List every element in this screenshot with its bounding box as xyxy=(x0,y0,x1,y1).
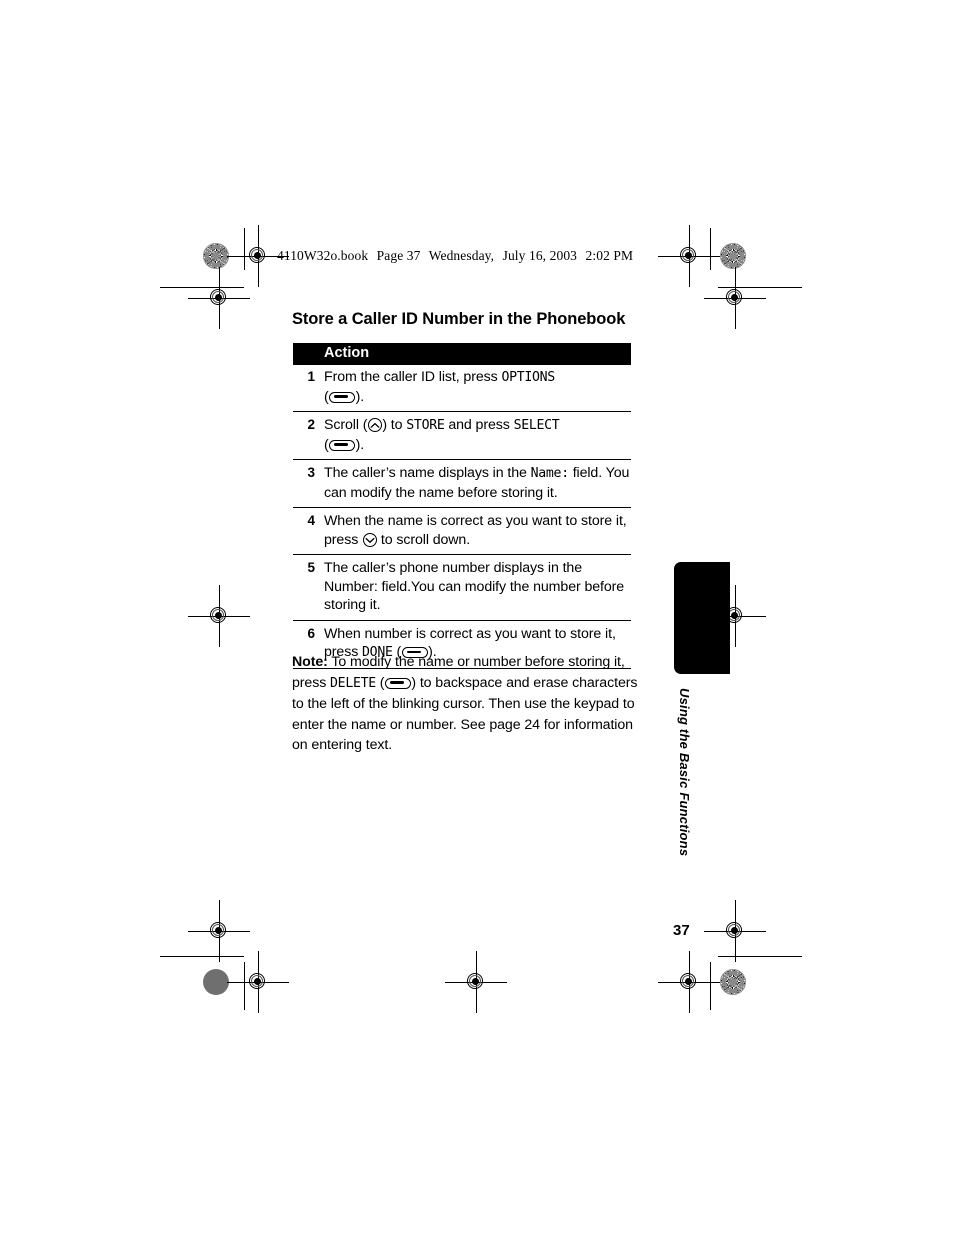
table-row: 4 When the name is correct as you want t… xyxy=(293,508,631,555)
note-label: Note: xyxy=(292,654,328,670)
step-text-part: ( xyxy=(324,436,329,453)
table-row: 5 The caller’s phone number displays in … xyxy=(293,555,631,621)
table-row: 2 Scroll ( ) to STORE and press SELECT (). xyxy=(293,412,631,460)
registration-target-top-right xyxy=(658,225,720,287)
softkey-icon xyxy=(384,677,411,689)
step-text: When the name is correct as you want to … xyxy=(324,512,631,549)
step-text: The caller’s phone number displays in th… xyxy=(324,560,625,613)
book-time: 2:02 PM xyxy=(585,248,634,263)
softkey-icon xyxy=(329,439,356,451)
crop-line-top-right-vertical xyxy=(710,228,711,270)
registration-target-top-left xyxy=(227,225,289,287)
registration-target-bottom-right xyxy=(658,951,720,1013)
table-row: 3 The caller’s name displays in the Name… xyxy=(293,460,631,508)
step-text-part: and press xyxy=(444,417,514,433)
registration-target-bottom-center xyxy=(445,951,507,1013)
registration-target-upper-left xyxy=(188,267,250,329)
step-number: 4 xyxy=(307,513,315,528)
display-label: Name: xyxy=(530,466,570,481)
step-number: 5 xyxy=(307,560,315,575)
display-label: STORE xyxy=(406,418,445,433)
step-number: 2 xyxy=(307,417,315,432)
step-text-part: to scroll down. xyxy=(377,531,471,548)
chapter-tab-label: Using the Basic Functions xyxy=(677,688,692,857)
step-text-part: ( xyxy=(324,388,329,405)
display-label: SELECT xyxy=(513,418,560,433)
table-row: 1 From the caller ID list, press OPTIONS… xyxy=(293,365,631,412)
book-day: Wednesday, xyxy=(428,248,495,263)
crop-line-lower-left-horizontal xyxy=(160,956,244,957)
step-text-part: ) to xyxy=(382,417,407,433)
step-number: 1 xyxy=(307,369,315,384)
display-label: DELETE xyxy=(330,675,376,691)
step-text-part: From the caller ID list, press xyxy=(324,369,502,385)
note-text-part: ( xyxy=(375,674,385,691)
chapter-tab-marker xyxy=(674,562,730,674)
scroll-key-icon xyxy=(367,418,382,432)
step-text-part: The caller’s name displays in the xyxy=(324,465,531,481)
softkey-icon xyxy=(329,391,356,403)
table-column-header-action: Action xyxy=(293,343,631,365)
registration-graydot-bottom-left xyxy=(203,969,229,995)
procedure-table: Action 1 From the caller ID list, press … xyxy=(293,343,631,669)
page-number: 37 xyxy=(673,922,690,939)
registration-starburst-bottom-right xyxy=(720,969,746,995)
step-number: 3 xyxy=(307,465,315,480)
book-filename: 4110W32o.book xyxy=(277,248,369,263)
step-text-part: Scroll ( xyxy=(324,417,368,433)
registration-target-lower-left xyxy=(188,900,250,962)
page-title: Store a Caller ID Number in the Phoneboo… xyxy=(292,310,626,328)
registration-target-upper-right xyxy=(704,267,766,329)
step-text: From the caller ID list, press OPTIONS ()… xyxy=(324,368,631,406)
book-header-line: 4110W32o.book Page 37 Wednesday, July 16… xyxy=(277,248,638,264)
step-text-part: ). xyxy=(355,436,365,453)
scroll-down-key-icon xyxy=(362,532,377,547)
registration-starburst-top-right xyxy=(720,243,746,269)
book-date: July 16, 2003 xyxy=(502,248,578,263)
display-label: OPTIONS xyxy=(501,370,555,385)
step-text-part: ). xyxy=(355,388,365,405)
step-text: Scroll ( ) to STORE and press SELECT (). xyxy=(324,416,631,454)
note-paragraph: Note: To modify the name or number befor… xyxy=(292,652,652,756)
step-text: The caller’s name displays in the Name: … xyxy=(324,464,631,502)
crop-line-lower-right-horizontal xyxy=(718,956,802,957)
book-page-label: Page 37 xyxy=(376,248,421,263)
crop-line-bottom-right-vertical xyxy=(710,962,711,1010)
registration-starburst-top-left xyxy=(203,243,229,269)
registration-target-middle-left xyxy=(188,585,250,647)
registration-target-bottom-left xyxy=(227,951,289,1013)
registration-target-lower-right xyxy=(704,900,766,962)
